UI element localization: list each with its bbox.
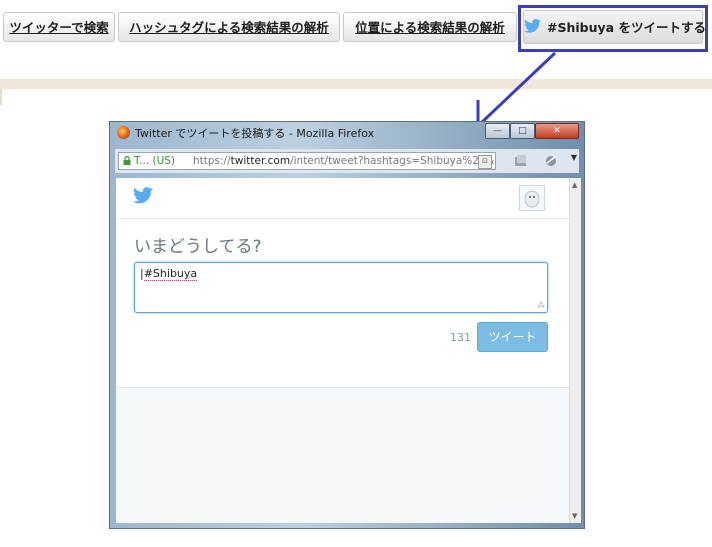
bookmark-icon[interactable] — [513, 153, 529, 169]
window-title: Twitter でツイートを投稿する - Mozilla Firefox — [135, 127, 375, 140]
tweet-button[interactable]: ツイート — [477, 322, 548, 352]
url-rest: /intent/tweet?hashtags=Shibuya%2C& — [290, 155, 495, 167]
popup-window: Twitter でツイートを投稿する - Mozilla Firefox — □… — [109, 121, 585, 529]
tweet-text: #Shibuya — [143, 267, 198, 281]
tweet-textarea[interactable]: |#Shibuya ⁂ — [134, 262, 548, 313]
twitter-header — [116, 178, 569, 219]
navigation-bar: T... (US) https://twitter.com/intent/twe… — [115, 149, 579, 173]
tweet-page: いまどうしてる? |#Shibuya ⁂ 131 ツイート — [116, 178, 569, 523]
feed-icon[interactable]: ⊡ — [478, 155, 492, 169]
close-button[interactable]: ✕ — [535, 123, 579, 139]
egg-avatar-icon — [524, 190, 540, 208]
twitter-logo-icon[interactable] — [133, 187, 153, 204]
char-counter: 131 — [450, 331, 471, 344]
scroll-up-icon[interactable]: ▲ — [572, 181, 577, 189]
resize-grip-icon[interactable]: ⁂ — [537, 301, 545, 310]
url-prefix: https:// — [193, 155, 231, 167]
url-text: https://twitter.com/intent/tweet?hashtag… — [193, 153, 494, 169]
url-domain: twitter.com — [230, 155, 291, 167]
site-identity[interactable]: T... (US) — [134, 153, 175, 169]
address-bar[interactable]: T... (US) https://twitter.com/intent/twe… — [118, 152, 496, 170]
lock-icon — [123, 156, 131, 165]
window-titlebar[interactable]: Twitter でツイートを投稿する - Mozilla Firefox — □… — [110, 122, 584, 144]
addon-icon[interactable] — [543, 153, 559, 169]
minimize-button[interactable]: — — [485, 123, 510, 139]
maximize-button[interactable]: □ — [510, 123, 535, 139]
firefox-icon — [117, 126, 130, 139]
tweet-prompt: いまどうしてる? — [134, 237, 262, 257]
scroll-down-icon[interactable]: ▼ — [572, 512, 577, 520]
chevron-down-icon[interactable]: ▼ — [571, 153, 577, 162]
footer-area — [116, 388, 569, 523]
avatar[interactable] — [519, 185, 545, 211]
window-controls: — □ ✕ — [485, 123, 579, 140]
scrollbar[interactable]: ▲ ▼ — [569, 178, 581, 523]
